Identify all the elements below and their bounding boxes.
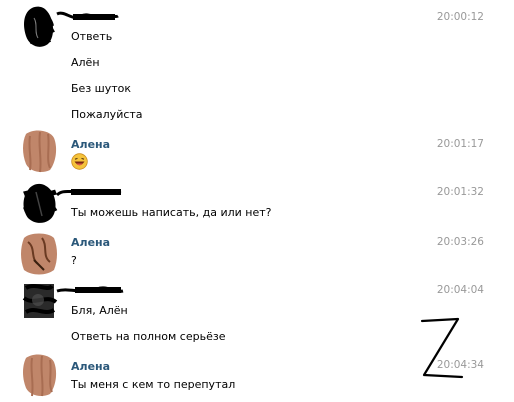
message-text: Алён: [71, 56, 100, 69]
censored-avatar-scribble: [22, 284, 58, 318]
message-text: Ответь на полном серьёзе: [71, 330, 226, 343]
censored-name-scribble: [55, 188, 122, 197]
avatar[interactable]: [20, 128, 58, 174]
avatar[interactable]: [20, 180, 58, 226]
message-text: Без шуток: [71, 82, 132, 95]
message-timestamp: 20:03:26: [436, 236, 484, 248]
avatar[interactable]: [20, 278, 58, 324]
scribbled-avatar: [23, 354, 57, 397]
scribbled-avatar: [23, 130, 57, 173]
avatar[interactable]: [20, 230, 58, 276]
censored-name-scribble: [56, 11, 119, 20]
avatar[interactable]: [20, 4, 58, 50]
sender-name[interactable]: Алена: [71, 360, 110, 373]
sender-name[interactable]: Алена: [71, 138, 110, 151]
message-text: Бля, Алён: [71, 304, 128, 317]
laughing-emoji-icon: [71, 153, 88, 170]
sender-name[interactable]: Алена: [71, 236, 110, 249]
censored-avatar-scribble: [23, 183, 58, 223]
message-text: Ты меня с кем то перепутал: [71, 378, 236, 391]
message-timestamp: 20:04:04: [436, 284, 484, 296]
message-text: Ответь: [71, 30, 113, 43]
hand-drawn-z-scribble: [420, 317, 464, 379]
message-text: Ты можешь написать, да или нет?: [71, 206, 272, 219]
message-text: ?: [71, 254, 77, 267]
message-timestamp: 20:01:32: [436, 186, 484, 198]
censored-avatar-scribble: [24, 6, 55, 47]
message-text: Пожалуйста: [71, 108, 143, 121]
avatar[interactable]: [20, 352, 58, 398]
message-timestamp: 20:01:17: [436, 138, 484, 150]
chat-window: { "messages": [ { "time": "20:00:12", "l…: [0, 0, 514, 402]
message-timestamp: 20:00:12: [436, 11, 484, 23]
censored-name-scribble: [56, 286, 124, 293]
scribbled-avatar: [21, 233, 57, 275]
